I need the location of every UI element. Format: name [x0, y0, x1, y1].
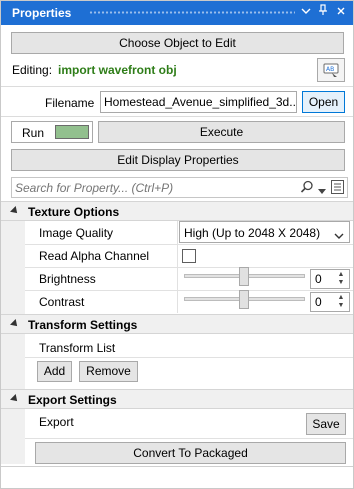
- divider: [1, 466, 353, 467]
- chevron-down-icon: [334, 229, 344, 243]
- export-label: Export: [39, 415, 74, 429]
- brightness-spinner[interactable]: 0 ▲ ▼: [310, 269, 350, 289]
- row-divider: [25, 357, 353, 358]
- collapse-triangle-icon[interactable]: [10, 206, 20, 216]
- dropdown-arrow-icon[interactable]: [318, 184, 326, 198]
- brightness-value[interactable]: 0: [315, 272, 322, 286]
- choose-object-button[interactable]: Choose Object to Edit: [11, 32, 344, 54]
- section-title: Export Settings: [28, 393, 117, 407]
- divider: [1, 116, 353, 117]
- execute-button[interactable]: Execute: [98, 121, 345, 143]
- brightness-slider-thumb[interactable]: [239, 267, 249, 286]
- save-label: Save: [312, 417, 340, 431]
- run-label: Run: [22, 126, 45, 140]
- section-title: Texture Options: [28, 205, 120, 219]
- divider: [1, 86, 353, 87]
- image-quality-value: High (Up to 2048 X 2048): [184, 226, 321, 240]
- filename-label: Filename: [45, 96, 95, 110]
- property-list-icon[interactable]: [331, 180, 344, 197]
- edit-display-properties-label: Edit Display Properties: [117, 153, 239, 167]
- run-color-swatch[interactable]: [55, 125, 89, 139]
- execute-label: Execute: [199, 125, 244, 139]
- title-bar: Properties: [1, 1, 353, 25]
- spin-up-icon[interactable]: ▲: [336, 271, 346, 279]
- rename-button[interactable]: AB: [317, 58, 345, 82]
- spin-up-icon[interactable]: ▲: [336, 294, 346, 302]
- contrast-value[interactable]: 0: [315, 295, 322, 309]
- search-icon[interactable]: [300, 180, 314, 197]
- contrast-spinner[interactable]: 0 ▲ ▼: [310, 292, 350, 312]
- add-label: Add: [43, 364, 66, 378]
- read-alpha-channel-checkbox[interactable]: [182, 249, 196, 263]
- section-title: Transform Settings: [28, 318, 138, 332]
- spin-down-icon[interactable]: ▼: [336, 302, 346, 310]
- row-divider: [25, 267, 353, 268]
- pin-icon[interactable]: [316, 4, 330, 20]
- collapse-triangle-icon[interactable]: [10, 394, 20, 404]
- convert-to-packaged-button[interactable]: Convert To Packaged: [35, 442, 346, 464]
- spin-down-icon[interactable]: ▼: [336, 279, 346, 287]
- remove-label: Remove: [86, 364, 131, 378]
- property-search-input[interactable]: [15, 179, 290, 196]
- read-alpha-channel-label: Read Alpha Channel: [39, 249, 150, 263]
- remove-transform-button[interactable]: Remove: [79, 361, 138, 382]
- section-transform-settings[interactable]: Transform Settings: [1, 314, 353, 334]
- collapse-triangle-icon[interactable]: [10, 319, 20, 329]
- transform-list-label: Transform List: [39, 341, 116, 355]
- svg-text:AB: AB: [326, 66, 334, 73]
- rename-tag-icon: AB: [323, 63, 339, 77]
- close-icon[interactable]: [334, 4, 348, 20]
- section-export-settings[interactable]: Export Settings: [1, 389, 353, 409]
- edit-display-properties-button[interactable]: Edit Display Properties: [11, 149, 345, 171]
- editing-value: import wavefront obj: [58, 63, 177, 77]
- panel-title: Properties: [12, 6, 72, 20]
- save-button[interactable]: Save: [306, 413, 346, 435]
- filename-field[interactable]: Homestead_Avenue_simplified_3d...: [100, 91, 297, 113]
- choose-object-label: Choose Object to Edit: [119, 36, 236, 50]
- convert-to-packaged-label: Convert To Packaged: [133, 446, 248, 460]
- property-search-box: [11, 177, 348, 198]
- contrast-label: Contrast: [39, 295, 85, 309]
- open-button[interactable]: Open: [302, 91, 345, 113]
- chevron-down-icon[interactable]: [299, 4, 313, 20]
- row-divider: [25, 244, 353, 245]
- open-label: Open: [308, 95, 339, 109]
- image-quality-label: Image Quality: [39, 226, 114, 240]
- brightness-label: Brightness: [39, 272, 96, 286]
- section-texture-options[interactable]: Texture Options: [1, 201, 353, 221]
- row-divider: [25, 438, 353, 439]
- title-bar-grip: [89, 10, 295, 15]
- row-divider: [25, 290, 353, 291]
- properties-panel: Properties Choose Object to Edit Editing…: [0, 0, 354, 489]
- editing-label: Editing:: [12, 63, 53, 77]
- run-box: Run: [11, 121, 93, 143]
- add-transform-button[interactable]: Add: [37, 361, 72, 382]
- contrast-slider-thumb[interactable]: [239, 290, 249, 309]
- image-quality-select[interactable]: High (Up to 2048 X 2048): [179, 221, 350, 243]
